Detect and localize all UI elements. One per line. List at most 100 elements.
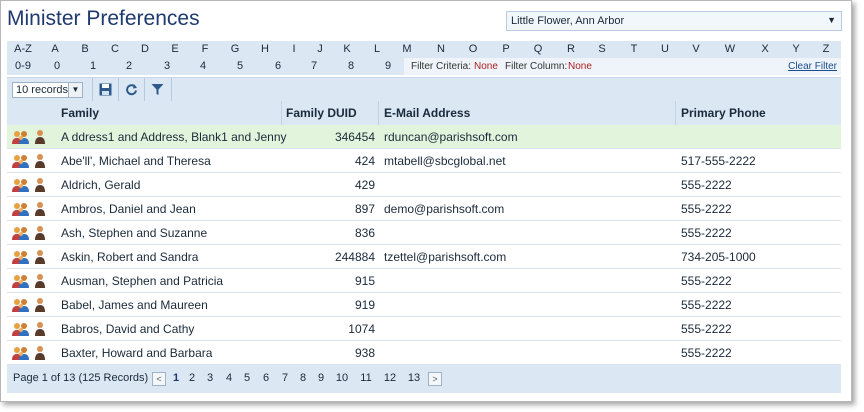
alpha-filter-z[interactable]: Z: [823, 43, 830, 55]
person-icon[interactable]: [34, 201, 46, 220]
person-icon[interactable]: [34, 273, 46, 292]
clear-filter-link[interactable]: Clear Filter: [788, 61, 837, 72]
digit-filter-1[interactable]: 1: [90, 60, 96, 72]
page-link-1[interactable]: 1: [173, 372, 179, 384]
chevron-down-icon[interactable]: ▼: [68, 83, 82, 97]
prev-page-icon[interactable]: <: [152, 372, 166, 386]
cell-family: Askin, Robert and Sandra: [61, 250, 199, 264]
column-header-primary-phone[interactable]: Primary Phone: [681, 106, 766, 120]
digit-filter-0[interactable]: 0: [54, 60, 60, 72]
alpha-filter-g[interactable]: G: [231, 43, 240, 55]
column-header-family[interactable]: Family: [61, 106, 99, 120]
table-row[interactable]: Askin, Robert and Sandra 244884 tzettel@pa…: [7, 245, 841, 269]
alpha-filter-n[interactable]: N: [437, 43, 445, 55]
family-icon[interactable]: [11, 201, 31, 220]
refresh-button[interactable]: [118, 78, 145, 102]
alpha-filter-s[interactable]: S: [598, 43, 605, 55]
page-link-12[interactable]: 12: [384, 372, 396, 384]
family-icon[interactable]: [11, 273, 31, 292]
family-icon[interactable]: [11, 297, 31, 316]
alpha-filter-m[interactable]: M: [402, 43, 411, 55]
page-link-7[interactable]: 7: [282, 372, 288, 384]
table-row[interactable]: Babros, David and Cathy 1074 555-2222: [7, 317, 841, 341]
table-row[interactable]: Abe'll', Michael and Theresa 424 mtabell@s…: [7, 149, 841, 173]
page-link-8[interactable]: 8: [300, 372, 306, 384]
alpha-filter-b[interactable]: B: [81, 43, 88, 55]
table-row[interactable]: Babel, James and Maureen 919 555-2222: [7, 293, 841, 317]
filter-button[interactable]: [144, 78, 172, 102]
cell-family: Aldrich, Gerald: [61, 178, 141, 192]
family-icon[interactable]: [11, 225, 31, 244]
person-icon[interactable]: [34, 177, 46, 196]
cell-family: Ash, Stephen and Suzanne: [61, 226, 208, 240]
family-icon[interactable]: [11, 345, 31, 364]
family-icon[interactable]: [11, 153, 31, 172]
alpha-filter-all[interactable]: A-Z: [14, 43, 32, 55]
alpha-filter-r[interactable]: R: [567, 43, 575, 55]
page-link-4[interactable]: 4: [226, 372, 232, 384]
digit-filter-all[interactable]: 0-9: [15, 60, 31, 72]
person-icon[interactable]: [34, 345, 46, 364]
table-row[interactable]: Ash, Stephen and Suzanne 836 555-2222: [7, 221, 841, 245]
alpha-filter-c[interactable]: C: [111, 43, 119, 55]
records-per-page-select[interactable]: 10 records ▼: [12, 82, 83, 98]
alpha-filter-k[interactable]: K: [343, 43, 350, 55]
person-icon[interactable]: [34, 297, 46, 316]
person-icon[interactable]: [34, 153, 46, 172]
person-icon[interactable]: [34, 129, 46, 148]
page-link-6[interactable]: 6: [263, 372, 269, 384]
alpha-filter-u[interactable]: U: [661, 43, 669, 55]
digit-filter-7[interactable]: 7: [311, 60, 317, 72]
next-page-icon[interactable]: >: [428, 372, 442, 386]
alpha-filter-v[interactable]: V: [692, 43, 699, 55]
table-row[interactable]: Baxter, Howard and Barbara 938 555-2222: [7, 341, 841, 365]
parish-select-value: Little Flower, Ann Arbor: [511, 15, 625, 27]
alpha-filter-x[interactable]: X: [761, 43, 768, 55]
alpha-filter-d[interactable]: D: [141, 43, 149, 55]
person-icon[interactable]: [34, 225, 46, 244]
digit-filter-4[interactable]: 4: [200, 60, 206, 72]
alpha-filter-l[interactable]: L: [374, 43, 380, 55]
table-row[interactable]: Ausman, Stephen and Patricia 915 555-2222: [7, 269, 841, 293]
alpha-filter-j[interactable]: J: [317, 43, 323, 55]
alpha-filter-f[interactable]: F: [202, 43, 209, 55]
cell-primary-phone: 555-2222: [681, 274, 732, 288]
family-icon[interactable]: [11, 177, 31, 196]
alpha-filter-h[interactable]: H: [261, 43, 269, 55]
digit-filter-8[interactable]: 8: [348, 60, 354, 72]
alpha-filter-y[interactable]: Y: [792, 43, 799, 55]
family-icon[interactable]: [11, 249, 31, 268]
alpha-filter-t[interactable]: T: [631, 43, 638, 55]
page-link-3[interactable]: 3: [207, 372, 213, 384]
table-row[interactable]: Aldrich, Gerald 429 555-2222: [7, 173, 841, 197]
family-icon[interactable]: [11, 129, 31, 148]
page-link-10[interactable]: 10: [336, 372, 348, 384]
column-header-email[interactable]: E-Mail Address: [384, 106, 470, 120]
column-header-family-duid[interactable]: Family DUID: [286, 106, 357, 120]
digit-filter-5[interactable]: 5: [237, 60, 243, 72]
digit-filter-2[interactable]: 2: [126, 60, 132, 72]
digit-filter-3[interactable]: 3: [164, 60, 170, 72]
page-link-13[interactable]: 13: [408, 372, 420, 384]
digit-filter-9[interactable]: 9: [385, 60, 391, 72]
alpha-filter-a[interactable]: A: [51, 43, 58, 55]
dropdown-arrow-icon[interactable]: ▼: [827, 15, 836, 25]
digit-filter-6[interactable]: 6: [275, 60, 281, 72]
table-row[interactable]: A ddress1 and Address, Blank1 and Jenny 3…: [7, 125, 841, 149]
alpha-filter-q[interactable]: Q: [534, 43, 543, 55]
alpha-filter-i[interactable]: I: [292, 43, 295, 55]
page-link-5[interactable]: 5: [244, 372, 250, 384]
alpha-filter-e[interactable]: E: [171, 43, 178, 55]
alpha-filter-w[interactable]: W: [725, 43, 735, 55]
alpha-filter-o[interactable]: O: [469, 43, 478, 55]
parish-select[interactable]: Little Flower, Ann Arbor ▼: [506, 11, 842, 31]
page-link-11[interactable]: 11: [360, 372, 371, 384]
family-icon[interactable]: [11, 321, 31, 340]
page-link-9[interactable]: 9: [318, 372, 324, 384]
save-button[interactable]: [92, 78, 119, 102]
person-icon[interactable]: [34, 249, 46, 268]
page-link-2[interactable]: 2: [189, 372, 195, 384]
table-row[interactable]: Ambros, Daniel and Jean 897 demo@parishsof…: [7, 197, 841, 221]
alpha-filter-p[interactable]: P: [502, 43, 509, 55]
person-icon[interactable]: [34, 321, 46, 340]
